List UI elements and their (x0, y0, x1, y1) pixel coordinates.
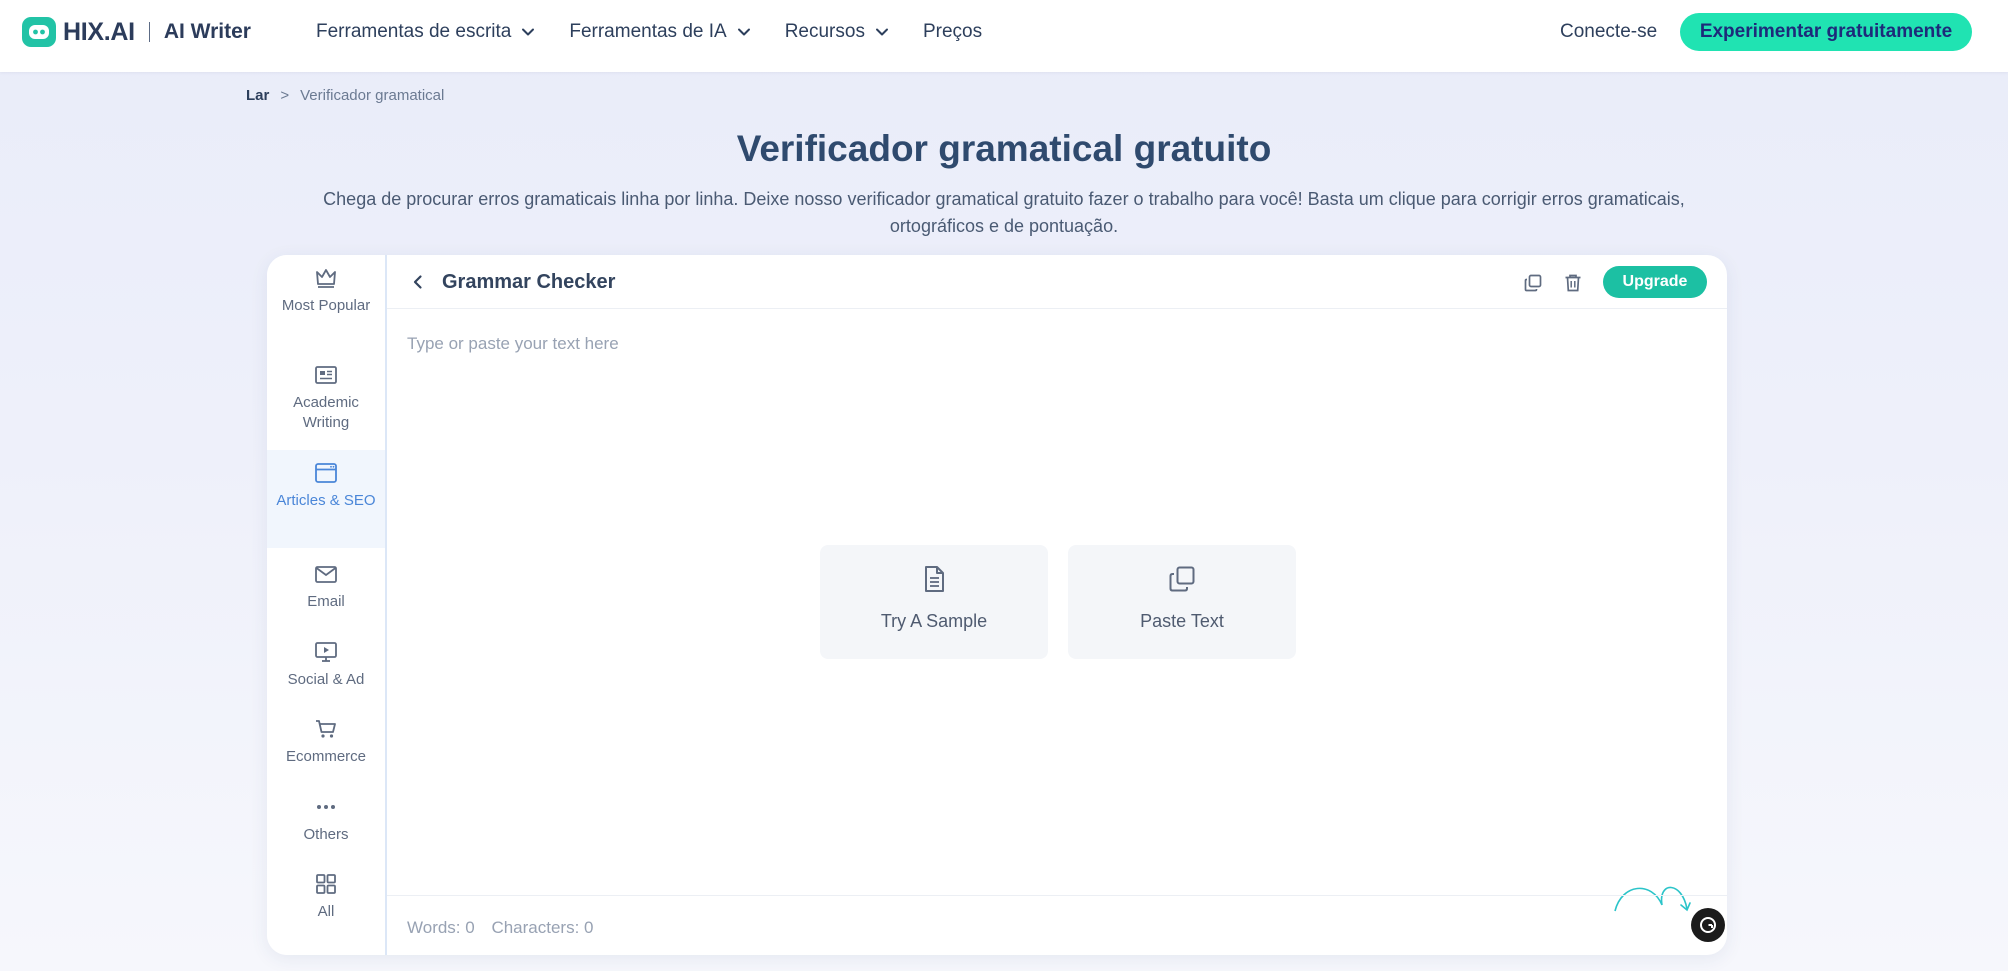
try-sample-button[interactable]: Try A Sample (820, 545, 1048, 659)
nav-label: Recursos (784, 21, 865, 42)
try-sample-label: Try A Sample (880, 611, 988, 631)
sidebar-item-all[interactable]: All (267, 871, 385, 955)
nav-ai-tools[interactable]: Ferramentas de IA (569, 21, 750, 43)
chevron-down-icon (522, 28, 535, 36)
brand[interactable]: HIX.AI AI Writer (22, 16, 251, 48)
nav-pricing[interactable]: Preços (923, 21, 982, 43)
product-name: AI Writer (163, 20, 251, 43)
nav-resources[interactable]: Recursos (785, 21, 889, 43)
sidebar-item-label: Articles & SEO (276, 492, 376, 509)
top-navigation-bar: HIX.AI AI Writer Ferramentas de escrita … (0, 0, 2008, 72)
login-link[interactable]: Conecte-se (1560, 21, 1657, 43)
text-counts: Words: 0 Characters: 0 (407, 918, 606, 938)
paste-text-label: Paste Text (1140, 611, 1224, 631)
sidebar-item-most-popular[interactable]: Most Popular (267, 265, 385, 361)
brand-divider (148, 22, 150, 42)
tool-footer: Words: 0 Characters: 0 (387, 895, 1727, 955)
sidebar-item-articles-seo[interactable]: Articles & SEO (267, 450, 385, 548)
breadcrumb: Lar > Verificador gramatical (246, 87, 444, 104)
grid-icon (316, 874, 336, 894)
sidebar-item-academic-writing[interactable]: Academic Writing (267, 362, 385, 458)
sidebar-item-label: Others (303, 826, 349, 843)
dots-icon (317, 805, 335, 809)
hix-logo-icon (22, 17, 56, 47)
crown-icon (316, 269, 336, 288)
grammar-checker-card: Most Popular Academic Writing Articles &… (267, 255, 1727, 955)
breadcrumb-separator: > (280, 87, 290, 104)
sidebar-item-label: Social & Ad (287, 671, 365, 688)
chevron-down-icon (875, 28, 888, 36)
newspaper-icon (315, 366, 337, 384)
breadcrumb-current: Verificador gramatical (300, 87, 445, 104)
word-count: Words: 0 (407, 918, 475, 937)
trash-icon[interactable] (1562, 272, 1584, 294)
breadcrumb-home-link[interactable]: Lar (246, 87, 269, 104)
copy-icon[interactable] (1522, 272, 1544, 294)
envelope-icon (315, 566, 337, 583)
sidebar-item-label: Academic Writing (293, 394, 359, 431)
copy-icon (1169, 566, 1195, 592)
try-free-button[interactable]: Experimentar gratuitamente (1680, 13, 1972, 51)
main-nav: Ferramentas de escrita Ferramentas de IA… (316, 0, 1016, 64)
nav-label: Preços (922, 21, 983, 42)
brand-name: HIX.AI (63, 17, 135, 46)
monitor-play-icon (315, 642, 337, 662)
tool-header: Grammar Checker Upgrade (387, 255, 1727, 309)
sidebar-item-label: Ecommerce (285, 748, 367, 765)
browser-window-icon (315, 463, 337, 483)
page-subtitle: Chega de procurar erros gramaticais linh… (323, 189, 1685, 236)
grammarly-icon (1700, 917, 1716, 933)
grammarly-button[interactable] (1691, 908, 1725, 942)
sidebar-item-label: Email (307, 593, 345, 610)
cart-icon (316, 720, 336, 738)
text-input-area[interactable] (387, 310, 1727, 896)
nav-label: Ferramentas de IA (569, 21, 727, 42)
nav-label: Ferramentas de escrita (316, 21, 512, 42)
nav-writing-tools[interactable]: Ferramentas de escrita (316, 21, 535, 43)
tool-title: Grammar Checker (442, 271, 616, 293)
character-count: Characters: 0 (491, 918, 594, 937)
chevron-down-icon (737, 28, 750, 36)
page-title: Verificador gramatical gratuito (736, 128, 1272, 169)
upgrade-button[interactable]: Upgrade (1603, 266, 1707, 298)
sidebar-item-label: Most Popular (281, 297, 371, 314)
sidebar-item-label: All (317, 903, 335, 920)
category-sidebar: Most Popular Academic Writing Articles &… (267, 255, 387, 955)
document-icon (925, 566, 944, 592)
chevron-left-icon[interactable] (409, 273, 427, 291)
paste-text-button[interactable]: Paste Text (1068, 545, 1296, 659)
